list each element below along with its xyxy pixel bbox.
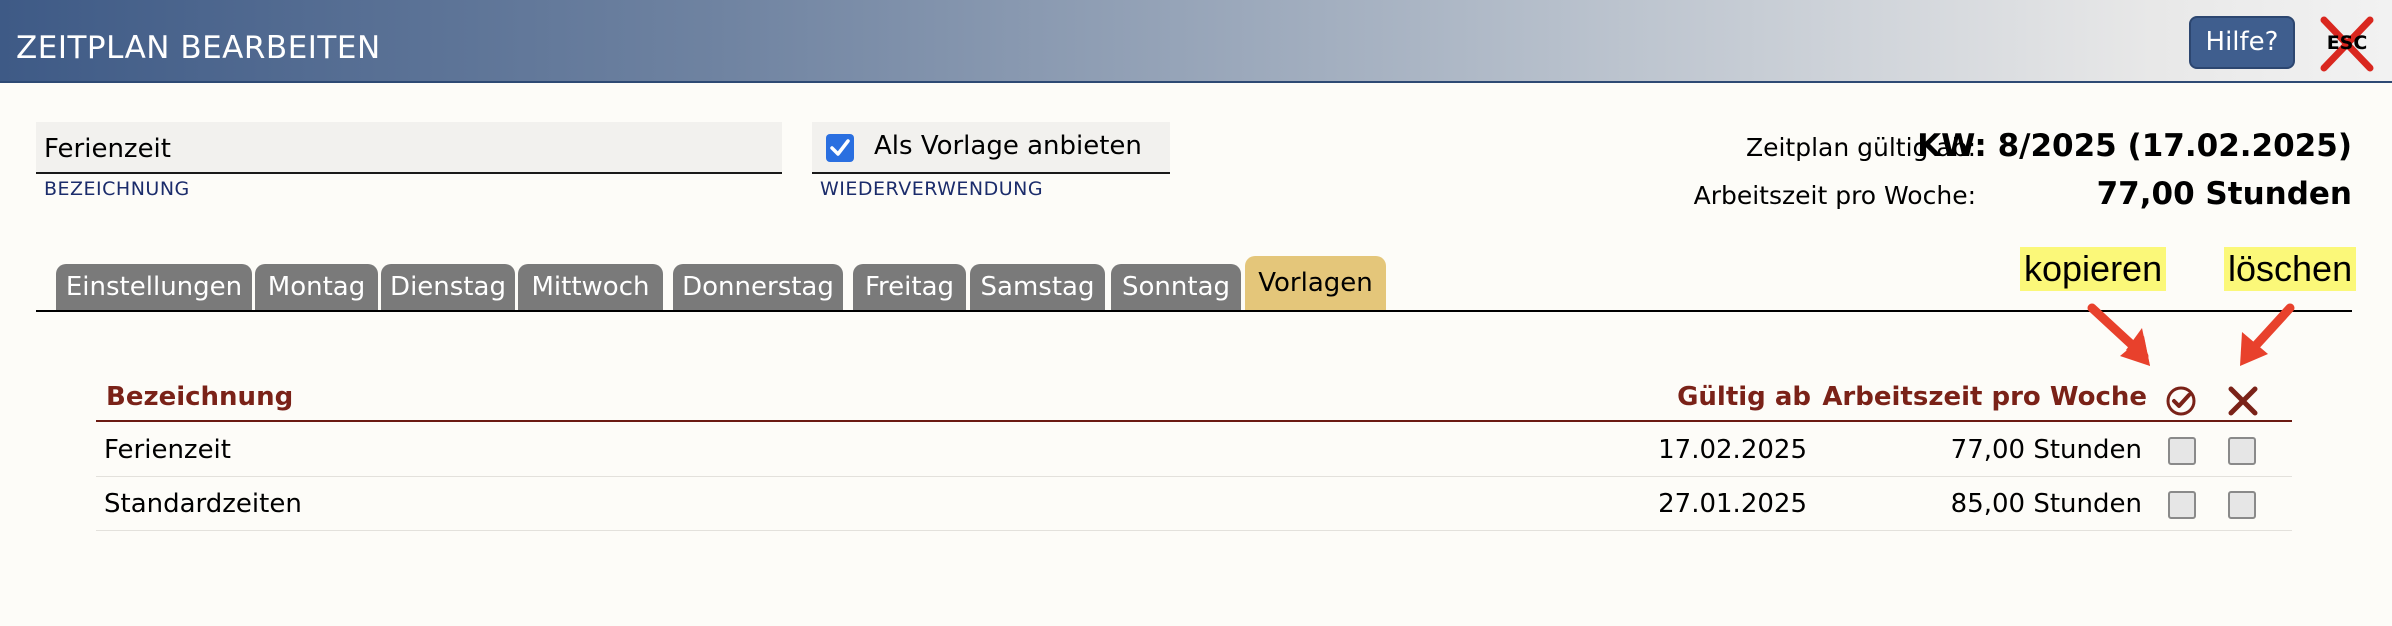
weekly-hours-label: Arbeitszeit pro Woche: [1693, 181, 1976, 210]
annotation-delete: löschen [2224, 247, 2357, 291]
tab-donnerstag[interactable]: Donnerstag [673, 264, 843, 311]
page-title: ZEITPLAN BEARBEITEN [16, 30, 381, 66]
weekly-hours-value: 77,00 Stunden [2096, 176, 2352, 212]
row-hours: 85,00 Stunden [1950, 489, 2142, 519]
annotation-copy: kopieren [2020, 247, 2167, 291]
column-header-name[interactable]: Bezeichnung [106, 382, 293, 412]
tab-mittwoch[interactable]: Mittwoch [518, 264, 663, 311]
check-circle-icon [2166, 386, 2196, 416]
row-valid-from: 17.02.2025 [1658, 435, 1807, 465]
tab-dienstag[interactable]: Dienstag [381, 264, 515, 311]
row-name: Ferienzeit [104, 435, 231, 465]
x-icon [2228, 386, 2258, 416]
arrow-icon [2240, 303, 2295, 366]
tab-divider [36, 310, 2352, 312]
tab-samstag[interactable]: Samstag [970, 264, 1105, 311]
column-header-hours[interactable]: Arbeitszeit pro Woche [1822, 382, 2147, 412]
tab-freitag[interactable]: Freitag [853, 264, 966, 311]
title-bar: ZEITPLAN BEARBEITEN Hilfe? ESC [0, 0, 2392, 83]
table-row[interactable]: Ferienzeit 17.02.2025 77,00 Stunden [96, 423, 2292, 477]
valid-from-value: KW: 8/2025 (17.02.2025) [1917, 128, 2352, 164]
template-checkbox-label: Als Vorlage anbieten [874, 131, 1142, 161]
table-row[interactable]: Standardzeiten 27.01.2025 85,00 Stunden [96, 477, 2292, 531]
copy-checkbox[interactable] [2168, 437, 2196, 465]
copy-checkbox[interactable] [2168, 491, 2196, 519]
tab-sonntag[interactable]: Sonntag [1111, 264, 1241, 311]
table-header: Bezeichnung Gültig ab Arbeitszeit pro Wo… [96, 378, 2292, 422]
esc-label: ESC [2326, 32, 2368, 54]
help-button[interactable]: Hilfe? [2189, 16, 2295, 69]
name-field-value: Ferienzeit [44, 134, 171, 164]
tab-einstellungen[interactable]: Einstellungen [56, 264, 252, 311]
delete-checkbox[interactable] [2228, 437, 2256, 465]
tab-vorlagen[interactable]: Vorlagen [1245, 256, 1386, 311]
esc-close-button[interactable]: ESC [2318, 16, 2376, 72]
name-field-label: BEZEICHNUNG [44, 178, 190, 200]
row-hours: 77,00 Stunden [1950, 435, 2142, 465]
tab-montag[interactable]: Montag [255, 264, 378, 311]
checkmark-icon [830, 139, 850, 156]
name-field[interactable]: Ferienzeit [36, 122, 782, 174]
row-name: Standardzeiten [104, 489, 302, 519]
template-field-label: WIEDERVERWENDUNG [820, 178, 1044, 200]
template-option-field: Als Vorlage anbieten [812, 122, 1170, 174]
template-checkbox[interactable] [826, 134, 854, 162]
arrow-icon [2087, 303, 2150, 366]
row-valid-from: 27.01.2025 [1658, 489, 1807, 519]
column-header-valid-from[interactable]: Gültig ab [1677, 382, 1811, 412]
delete-checkbox[interactable] [2228, 491, 2256, 519]
